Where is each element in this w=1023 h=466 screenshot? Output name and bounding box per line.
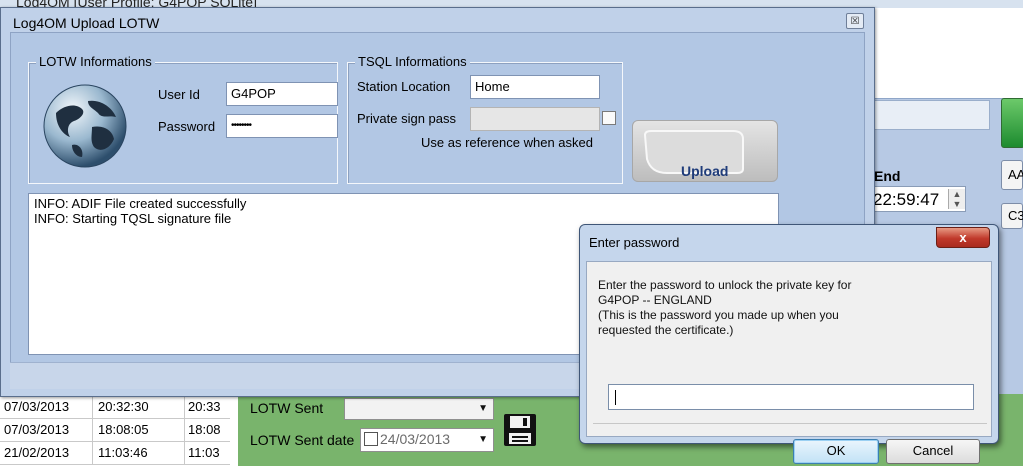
chevron-down-icon: ▼ (478, 434, 488, 445)
grid-cell-end: 20:33 (188, 399, 221, 414)
password-input-field[interactable] (608, 384, 974, 410)
table-row[interactable]: 07/03/2013 20:32:30 20:33 (0, 396, 230, 419)
cancel-button[interactable]: Cancel (886, 439, 980, 464)
grid-cell-end: 18:08 (188, 422, 221, 437)
divider (593, 423, 987, 424)
qso-grid: 07/03/2013 20:32:30 20:33 07/03/2013 18:… (0, 396, 230, 466)
private-sign-pass-input[interactable] (470, 107, 600, 131)
lotw-sent-select[interactable]: ▼ (344, 398, 494, 420)
lotw-sent-date-label: LOTW Sent date (250, 432, 355, 448)
password-input[interactable]: •••••••• (226, 114, 338, 138)
lotw-sent-date-value: 24/03/2013 (380, 431, 451, 447)
tsql-info-legend: TSQL Informations (355, 54, 470, 69)
grid-cell-date: 21/02/2013 (4, 445, 70, 460)
lotw-sent-label: LOTW Sent (250, 400, 324, 416)
upload-button[interactable]: Upload (632, 120, 778, 182)
user-id-input[interactable]: G4POP (226, 82, 338, 106)
lotw-window-title: Log4OM Upload LOTW (13, 15, 160, 31)
grid-cell-start: 18:08:05 (98, 422, 149, 437)
end-time-spinner[interactable]: ▲ ▼ (948, 189, 965, 209)
station-location-input[interactable]: Home (470, 75, 600, 99)
station-location-label: Station Location (357, 79, 451, 94)
globe-icon (43, 84, 127, 168)
user-id-label: User Id (158, 87, 200, 102)
log-line: INFO: ADIF File created successfully (34, 196, 247, 211)
upload-button-label: Upload (681, 163, 729, 179)
enter-password-dialog: Enter password x Enter the password to u… (579, 224, 999, 464)
password-message-line: (This is the password you made up when y… (598, 308, 839, 322)
password-dialog-body: Enter the password to unlock the private… (586, 261, 992, 464)
close-icon[interactable]: x (936, 227, 990, 248)
main-tab-strip[interactable] (873, 100, 990, 130)
password-message-line: G4POP -- ENGLAND (598, 293, 712, 307)
grid-cell-start: 20:32:30 (98, 399, 149, 414)
grid-cell-date: 07/03/2013 (4, 422, 70, 437)
green-action-button[interactable] (1001, 98, 1023, 148)
aa-button[interactable]: AA (1001, 160, 1023, 190)
password-message-line: requested the certificate.) (598, 323, 734, 337)
ok-button[interactable]: OK (793, 439, 879, 464)
lotw-sent-date-checkbox[interactable] (364, 432, 378, 446)
end-time-label: End (874, 168, 901, 184)
text-caret (615, 390, 616, 405)
lotw-info-legend: LOTW Informations (36, 54, 155, 69)
grid-cell-date: 07/03/2013 (4, 399, 70, 414)
grid-cell-end: 11:03 (188, 445, 220, 460)
c3-button[interactable]: C3 (1001, 203, 1023, 229)
table-row[interactable]: 07/03/2013 18:08:05 18:08 (0, 419, 230, 442)
use-as-reference-label: Use as reference when asked (421, 135, 593, 150)
password-label: Password (158, 119, 216, 134)
table-row[interactable]: 21/02/2013 11:03:46 11:03 (0, 442, 230, 465)
password-message-line: Enter the password to unlock the private… (598, 278, 852, 292)
chevron-down-icon: ▼ (478, 403, 488, 414)
close-icon[interactable]: ☒ (846, 13, 864, 29)
floppy-disk-save-icon[interactable] (502, 412, 538, 448)
private-sign-pass-label: Private sign pass (357, 111, 456, 126)
grid-cell-start: 11:03:46 (98, 445, 148, 460)
use-as-reference-checkbox[interactable] (602, 111, 616, 125)
password-dialog-title: Enter password (589, 235, 680, 250)
